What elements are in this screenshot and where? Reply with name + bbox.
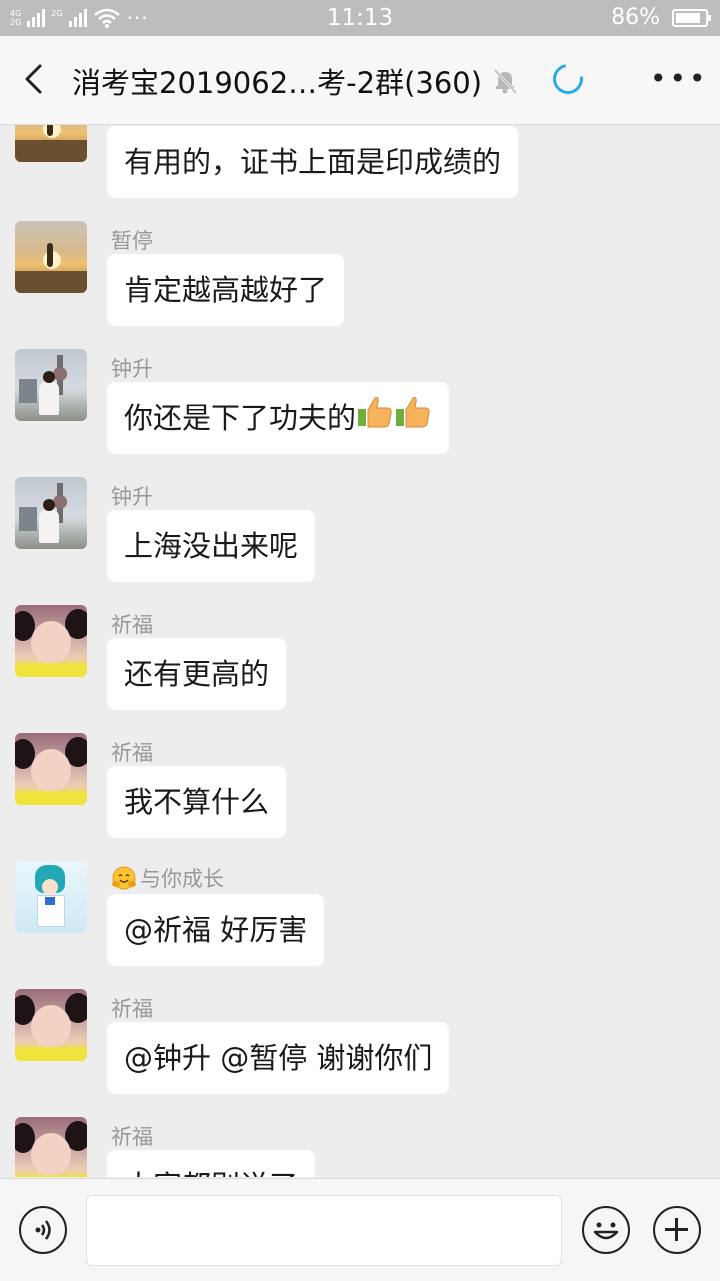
message-bubble[interactable]: @钟升 @暂停 谢谢你们 xyxy=(107,1022,450,1094)
hug-emoji-icon xyxy=(112,866,136,890)
back-arrow-icon[interactable] xyxy=(18,62,52,96)
thumbs-up-icon xyxy=(394,384,432,456)
emoji-icon[interactable] xyxy=(582,1206,630,1254)
avatar[interactable] xyxy=(15,605,87,677)
input-bar xyxy=(0,1178,720,1281)
voice-icon[interactable] xyxy=(19,1206,67,1254)
sender-name: 钟升 xyxy=(111,357,153,381)
status-right: 86% xyxy=(611,5,711,30)
loading-spinner-icon xyxy=(547,58,589,100)
sender-name: 钟升 xyxy=(111,485,153,509)
avatar[interactable] xyxy=(15,1117,87,1177)
avatar[interactable] xyxy=(15,989,87,1061)
battery-percent: 86% xyxy=(611,5,660,30)
message-bubble[interactable]: @祈福 好厉害 xyxy=(107,894,325,966)
message-bubble[interactable]: 你还是下了功夫的 xyxy=(107,382,450,456)
sender-name-text: 与你成长 xyxy=(140,867,224,891)
mute-bell-icon xyxy=(493,68,518,95)
avatar[interactable] xyxy=(15,861,87,933)
message-bubble[interactable]: 大家都别说了 xyxy=(107,1150,316,1177)
more-icon[interactable]: ••• xyxy=(650,65,709,93)
message-list[interactable]: 有用的，证书上面是印成绩的 暂停 肯定越高越好了 钟升 你还是下了功夫的 钟升 … xyxy=(0,125,720,1177)
message-bubble[interactable]: 上海没出来呢 xyxy=(107,510,316,582)
sender-name: 祈福 xyxy=(111,741,153,765)
avatar[interactable] xyxy=(15,221,87,293)
avatar[interactable] xyxy=(15,125,87,162)
sender-name: 祈福 xyxy=(111,1125,153,1149)
message-bubble[interactable]: 我不算什么 xyxy=(107,766,287,838)
chat-title[interactable]: 消考宝2019062…考-2群(360) xyxy=(72,60,482,102)
battery-icon xyxy=(672,8,711,27)
sender-name: 祈福 xyxy=(111,613,153,637)
chat-header: 消考宝2019062…考-2群(360) ••• xyxy=(0,36,720,125)
message-input[interactable] xyxy=(86,1195,562,1266)
message-text: 你还是下了功夫的 xyxy=(124,401,357,435)
avatar[interactable] xyxy=(15,349,87,421)
sender-name: 与你成长 xyxy=(111,863,224,893)
message-bubble[interactable]: 肯定越高越好了 xyxy=(107,254,345,326)
plus-icon[interactable] xyxy=(653,1206,701,1254)
message-bubble[interactable]: 有用的，证书上面是印成绩的 xyxy=(107,126,519,198)
avatar[interactable] xyxy=(15,733,87,805)
avatar[interactable] xyxy=(15,477,87,549)
sender-name: 暂停 xyxy=(111,229,153,253)
status-bar: 4G 2G 2G ··· 11:13 86% xyxy=(0,0,720,36)
sender-name: 祈福 xyxy=(111,997,153,1021)
thumbs-up-icon xyxy=(356,384,394,456)
battery-fill xyxy=(676,12,701,23)
message-bubble[interactable]: 还有更高的 xyxy=(107,638,287,710)
